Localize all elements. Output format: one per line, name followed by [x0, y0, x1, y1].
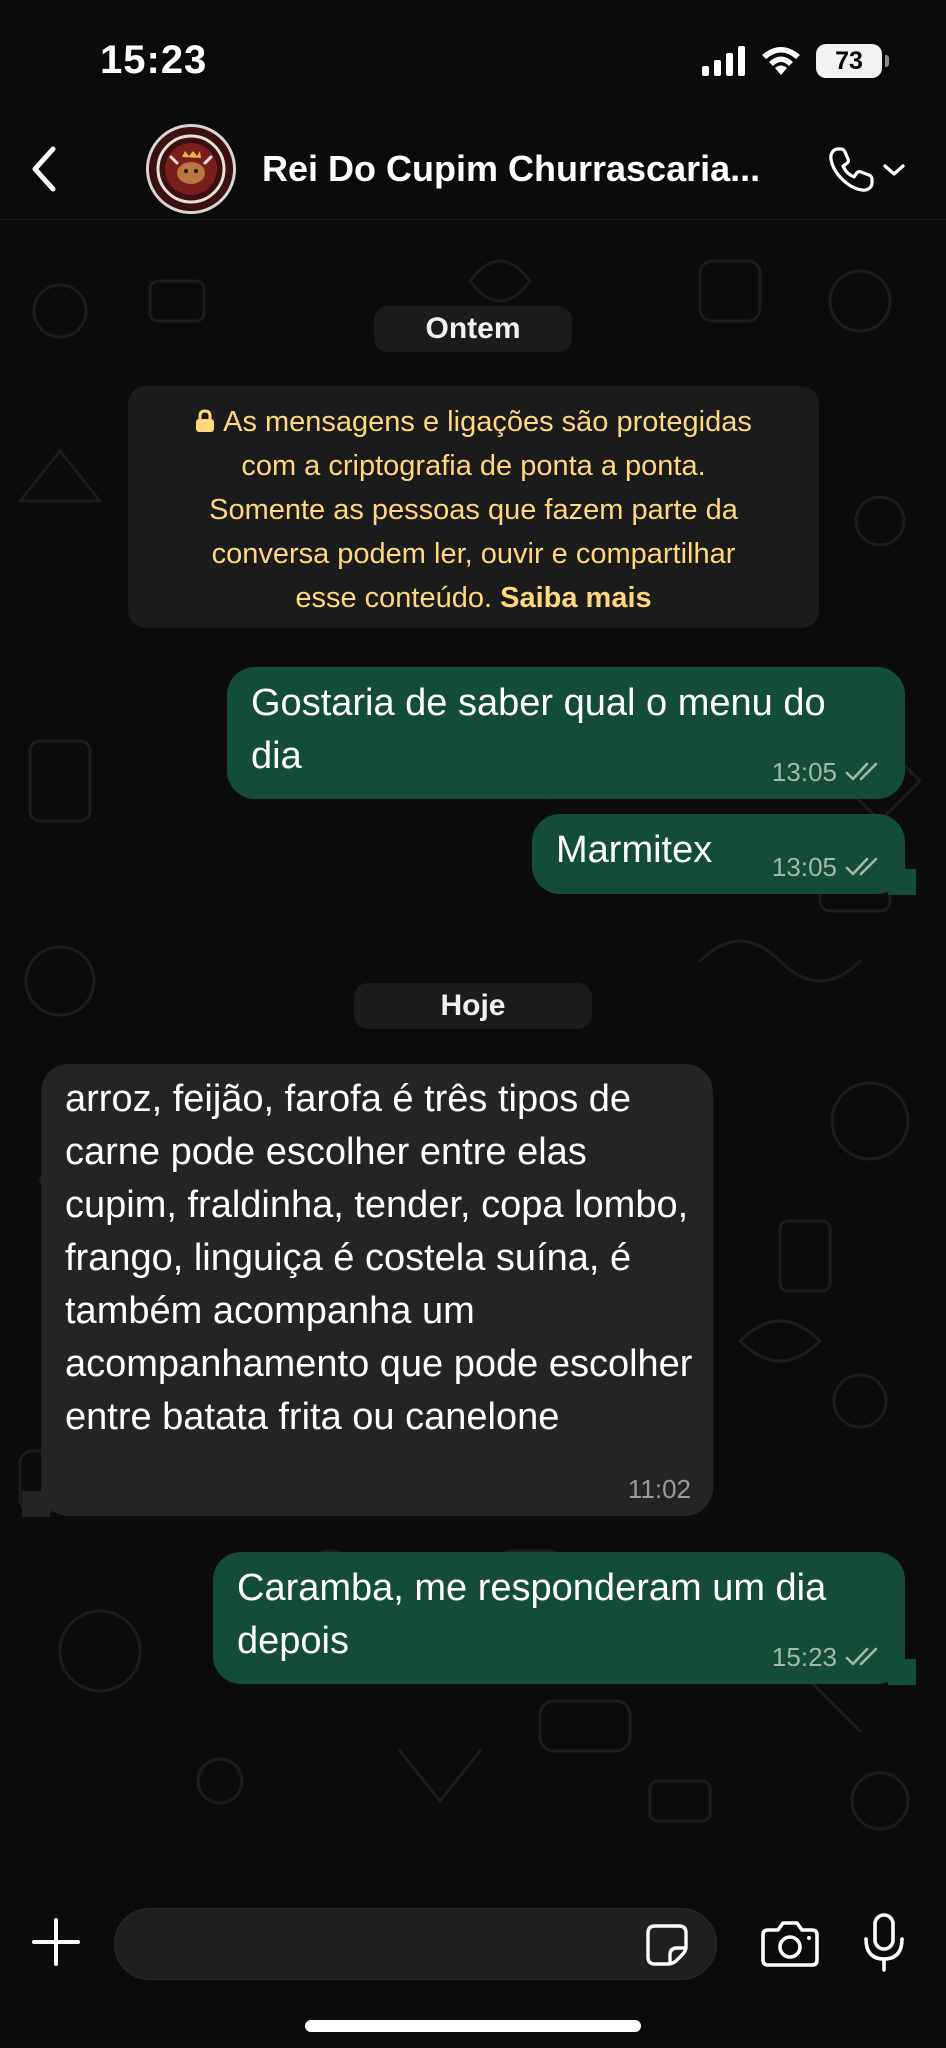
message-time: 13:05 — [771, 852, 837, 882]
date-separator-yesterday: Ontem — [374, 306, 572, 352]
cellular-signal-icon — [702, 46, 745, 76]
wifi-icon — [762, 47, 800, 75]
read-receipt-icon — [845, 1647, 878, 1666]
message-text: arroz, feijão, farofa é três tipos de ca… — [65, 1078, 693, 1438]
encryption-line-5-wrap: esse conteúdo. Saiba mais — [148, 576, 799, 620]
message-bubble-incoming[interactable]: arroz, feijão, farofa é três tipos de ca… — [41, 1064, 713, 1516]
chat-thread[interactable]: Ontem As mensagens e ligações são proteg… — [0, 221, 946, 1858]
encryption-line-3: Somente as pessoas que fazem parte da — [209, 494, 738, 526]
bubble-tail — [22, 1491, 50, 1517]
plus-icon — [32, 1918, 80, 1966]
phone-icon — [829, 147, 874, 192]
sticker-icon — [646, 1924, 688, 1966]
date-separator-today: Hoje — [354, 983, 592, 1029]
message-input[interactable] — [114, 1908, 717, 1980]
microphone-button[interactable] — [856, 1910, 912, 1976]
encryption-notice[interactable]: As mensagens e ligações são protegidas c… — [128, 386, 819, 628]
message-bubble-outgoing[interactable]: Gostaria de saber qual o menu do dia 13:… — [227, 667, 905, 799]
learn-more-link[interactable]: Saiba mais — [500, 582, 652, 614]
back-button[interactable] — [14, 134, 74, 204]
battery-icon: 73 — [816, 44, 889, 78]
message-bubble-outgoing[interactable]: Marmitex 13:05 — [532, 814, 905, 894]
status-time: 15:23 — [100, 38, 208, 82]
message-meta: 13:05 — [772, 854, 883, 880]
read-receipt-icon — [845, 762, 878, 781]
message-time: 15:23 — [771, 1642, 837, 1672]
status-icons: 73 — [702, 44, 889, 78]
lock-icon — [196, 409, 215, 432]
bubble-tail — [888, 1659, 916, 1685]
bubble-tail — [888, 869, 916, 895]
encryption-line-5: esse conteúdo. — [295, 582, 493, 614]
message-meta: 11:02 — [628, 1476, 691, 1502]
battery-tip — [885, 55, 889, 67]
message-bubble-outgoing[interactable]: Caramba, me responderam um dia depois 15… — [213, 1552, 905, 1684]
sticker-button[interactable] — [642, 1920, 692, 1970]
encryption-notice-line: As mensagens e ligações são protegidas — [148, 400, 799, 444]
message-time: 13:05 — [771, 757, 837, 787]
call-button[interactable] — [826, 140, 918, 200]
message-meta: 13:05 — [772, 759, 883, 785]
encryption-line-2: com a criptografia de ponta a ponta. — [241, 450, 706, 482]
encryption-line-1: As mensagens e ligações são protegidas — [223, 406, 752, 438]
chat-header: Rei Do Cupim Churrascaria... — [0, 118, 946, 220]
camera-icon — [761, 1921, 819, 1967]
status-bar: 15:23 73 — [0, 0, 946, 118]
attach-button[interactable] — [26, 1912, 86, 1972]
chevron-down-icon — [883, 164, 905, 176]
home-indicator[interactable] — [305, 2020, 641, 2032]
back-chevron-icon — [32, 146, 56, 192]
camera-button[interactable] — [758, 1916, 822, 1972]
encryption-line-4: conversa podem ler, ouvir e compartilhar — [211, 538, 736, 570]
contact-name[interactable]: Rei Do Cupim Churrascaria... — [262, 148, 760, 190]
battery-level: 73 — [835, 46, 863, 75]
read-receipt-icon — [845, 857, 878, 876]
contact-avatar[interactable] — [146, 124, 236, 214]
message-meta: 15:23 — [772, 1644, 883, 1670]
message-time: 11:02 — [627, 1474, 691, 1504]
restaurant-logo — [149, 127, 233, 211]
microphone-icon — [864, 1913, 904, 1972]
message-composer — [0, 1858, 946, 2048]
